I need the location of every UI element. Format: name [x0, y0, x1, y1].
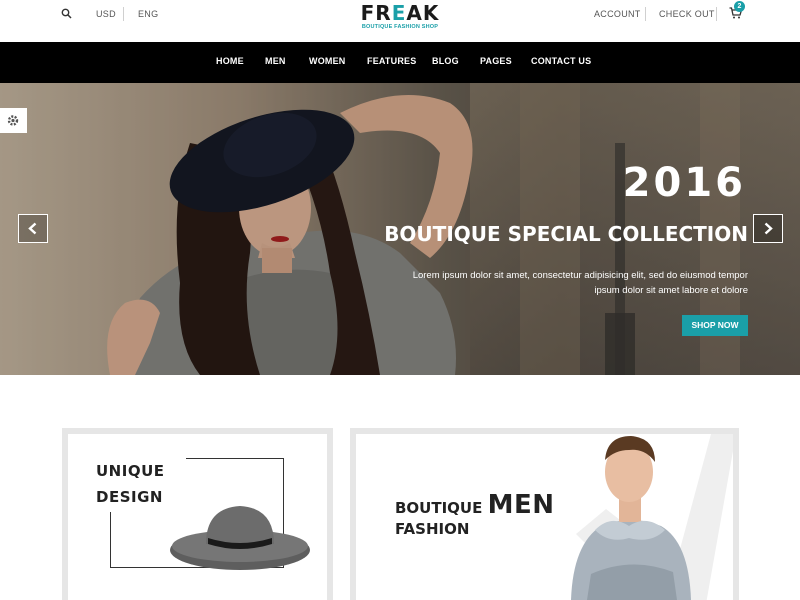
- men-fashion-banner[interactable]: BOUTIQUE MEN FASHION: [350, 428, 739, 600]
- hero-slider: 2016 BOUTIQUE SPECIAL COLLECTION Lorem i…: [0, 83, 800, 375]
- top-bar: USD ENG FREAK BOUTIQUE FASHION SHOP ACCO…: [0, 0, 800, 42]
- hero-description: Lorem ipsum dolor sit amet, consectetur …: [368, 268, 748, 298]
- site-logo[interactable]: FREAK BOUTIQUE FASHION SHOP: [360, 2, 440, 30]
- prev-slide-button[interactable]: [18, 214, 48, 243]
- logo-tagline: BOUTIQUE FASHION SHOP: [361, 24, 439, 30]
- banner-panel: BOUTIQUE MEN FASHION: [356, 434, 733, 600]
- nav-item-men[interactable]: MEN: [265, 56, 286, 66]
- divider: [645, 7, 646, 21]
- banner-title: BOUTIQUE MEN: [395, 490, 555, 520]
- chevron-right-icon: [764, 222, 773, 235]
- banner-title-small: BOUTIQUE: [395, 499, 483, 517]
- man-model-image: [571, 436, 691, 600]
- divider: [123, 7, 124, 21]
- shop-now-button[interactable]: SHOP NOW: [682, 315, 748, 336]
- main-nav: HOME MEN WOMEN FEATURES BLOG PAGES CONTA…: [0, 42, 800, 83]
- banner-subtitle: FASHION: [395, 520, 470, 538]
- nav-item-women[interactable]: WOMEN: [309, 56, 346, 66]
- banner-title-big: MEN: [487, 490, 555, 520]
- logo-wordmark: FREAK: [360, 1, 440, 25]
- banner-title-line: UNIQUE: [96, 462, 165, 480]
- hero-year: 2016: [622, 160, 746, 206]
- account-link[interactable]: ACCOUNT: [594, 9, 641, 19]
- nav-item-pages[interactable]: PAGES: [480, 56, 512, 66]
- hero-description-line: ipsum dolor sit amet labore et dolore: [594, 285, 748, 296]
- cart-count-badge: 2: [734, 1, 745, 12]
- gear-icon: [7, 115, 19, 126]
- banner-title-line: DESIGN: [96, 488, 163, 506]
- unique-design-banner[interactable]: UNIQUE DESIGN: [62, 428, 333, 600]
- settings-toggle[interactable]: [0, 108, 27, 133]
- chevron-left-icon: [28, 222, 37, 235]
- nav-item-contact-us[interactable]: CONTACT US: [531, 56, 591, 66]
- hero-title: BOUTIQUE SPECIAL COLLECTION: [384, 222, 748, 246]
- banner-panel: UNIQUE DESIGN: [68, 434, 327, 600]
- hat-product-image: [170, 506, 310, 570]
- nav-item-features[interactable]: FEATURES: [367, 56, 416, 66]
- divider: [716, 7, 717, 21]
- currency-selector[interactable]: USD: [96, 9, 116, 19]
- banner-title: UNIQUE DESIGN: [96, 458, 165, 510]
- search-icon[interactable]: [61, 8, 72, 19]
- next-slide-button[interactable]: [753, 214, 783, 243]
- checkout-link[interactable]: CHECK OUT: [659, 9, 715, 19]
- hero-description-line: Lorem ipsum dolor sit amet, consectetur …: [412, 270, 748, 281]
- language-selector[interactable]: ENG: [138, 9, 158, 19]
- nav-item-home[interactable]: HOME: [216, 56, 244, 66]
- nav-item-blog[interactable]: BLOG: [432, 56, 459, 66]
